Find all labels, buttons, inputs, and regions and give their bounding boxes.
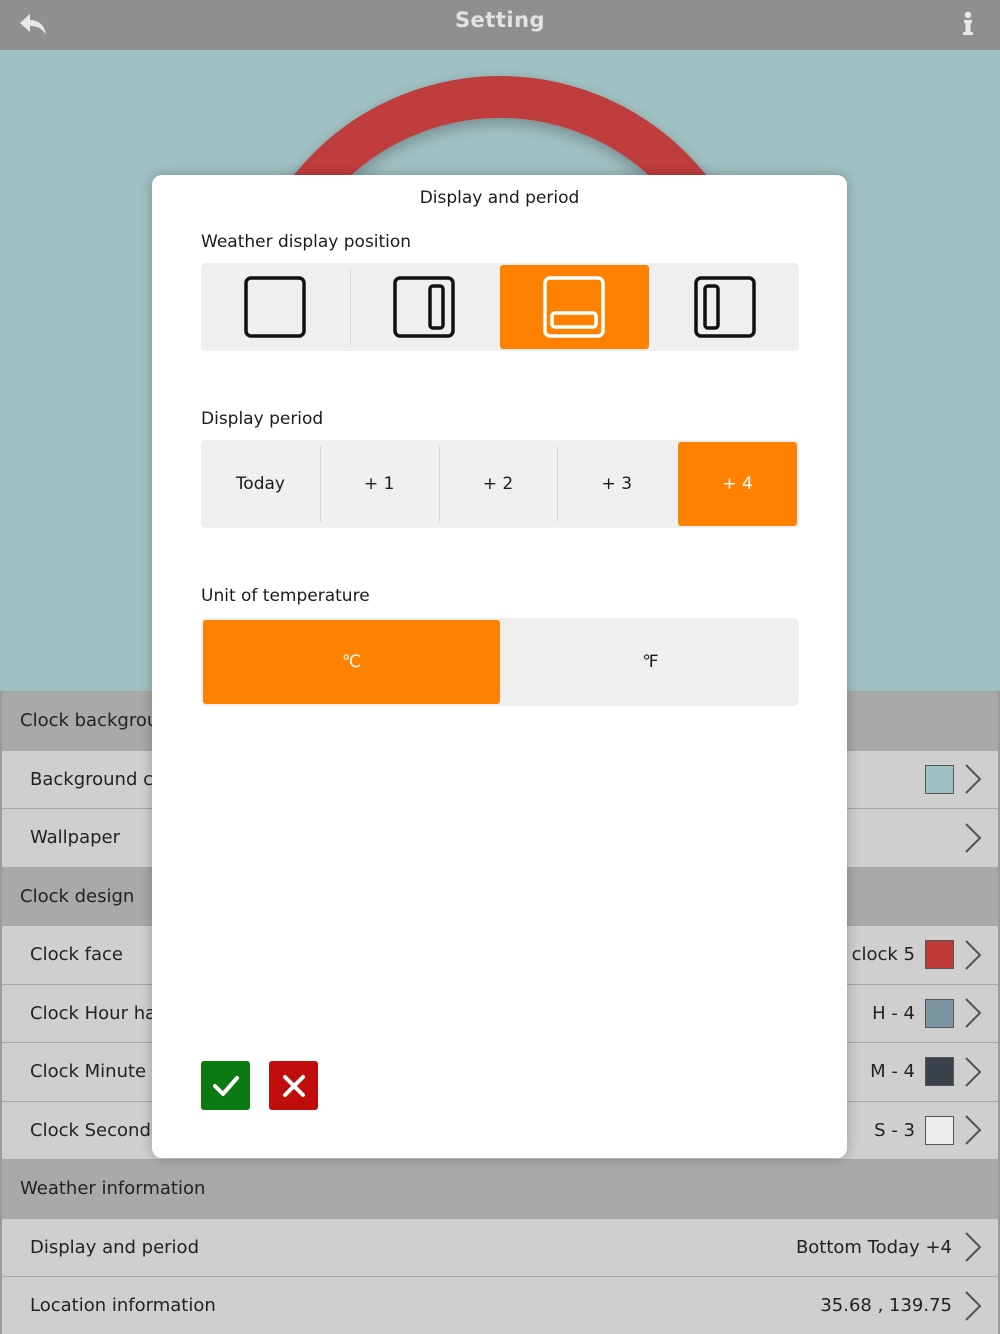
position-option-bottom[interactable] — [500, 265, 649, 349]
color-swatch — [925, 1057, 954, 1087]
color-swatch — [925, 998, 954, 1028]
confirm-button[interactable] — [201, 1061, 250, 1110]
row-label: Location information — [30, 1295, 216, 1317]
position-option-right[interactable] — [349, 263, 499, 351]
row-label: Display and period — [30, 1236, 199, 1258]
chevron-right-icon — [965, 1232, 982, 1262]
row-detail: S - 3 — [874, 1102, 984, 1160]
page-title: Setting — [454, 8, 546, 32]
position-bottom-icon — [543, 276, 605, 338]
row-label: Wallpaper — [30, 827, 121, 849]
position-left-icon — [694, 276, 756, 338]
position-selector — [201, 263, 799, 351]
settings-row[interactable]: Location information 35.68 , 139.75 — [2, 1276, 998, 1334]
settings-row[interactable]: Display and period Bottom Today +4 — [2, 1217, 998, 1277]
color-swatch — [925, 940, 954, 970]
close-icon — [282, 1074, 305, 1097]
color-swatch — [925, 764, 954, 794]
dialog-title: Display and period — [419, 188, 580, 208]
period-option[interactable]: + 3 — [557, 440, 676, 528]
row-value: Bottom Today +4 — [795, 1236, 952, 1258]
chevron-right-icon — [965, 1291, 982, 1321]
check-icon — [212, 1075, 239, 1096]
row-value: H - 4 — [872, 1002, 915, 1024]
display-period-dialog: Display and period Weather display posit… — [152, 175, 847, 1158]
row-detail: M - 4 — [870, 1043, 984, 1101]
row-detail — [962, 809, 984, 867]
color-swatch — [925, 1115, 954, 1145]
period-option[interactable]: + 2 — [438, 440, 558, 528]
row-value: M - 4 — [870, 1061, 915, 1083]
top-bar: Setting — [0, 0, 1000, 50]
row-detail — [925, 751, 984, 809]
chevron-right-icon — [965, 1115, 982, 1145]
cancel-button[interactable] — [269, 1061, 318, 1110]
chevron-right-icon — [965, 764, 982, 794]
chevron-right-icon — [965, 940, 982, 970]
period-option[interactable]: + 4 — [678, 442, 797, 526]
unit-label: Unit of temperature — [201, 586, 370, 606]
period-option[interactable]: + 1 — [319, 440, 439, 528]
section-header: Weather information — [2, 1159, 998, 1218]
info-icon[interactable] — [960, 10, 976, 38]
row-detail: H - 4 — [872, 985, 984, 1043]
period-option[interactable]: Today — [201, 440, 320, 528]
row-label: Clock face — [30, 944, 123, 966]
period-selector: Today + 1 + 2 + 3 + 4 — [201, 440, 799, 528]
row-value: S - 3 — [874, 1119, 915, 1141]
position-option-left[interactable] — [651, 263, 800, 351]
unit-option[interactable]: ℃ — [203, 620, 500, 704]
row-detail: Bottom Today +4 — [796, 1219, 984, 1277]
position-right-icon — [393, 276, 455, 338]
position-none-icon — [244, 276, 306, 338]
chevron-right-icon — [965, 1057, 982, 1087]
row-label: Clock design — [20, 885, 135, 907]
position-option-none[interactable] — [201, 263, 350, 351]
unit-selector: ℃ ℉ — [201, 618, 799, 706]
unit-option[interactable]: ℉ — [502, 618, 799, 706]
row-label: Weather information — [20, 1178, 206, 1200]
chevron-right-icon — [965, 823, 982, 853]
row-detail: clock 5 — [852, 926, 984, 984]
row-detail: 35.68 , 139.75 — [820, 1277, 984, 1334]
row-value: 35.68 , 139.75 — [820, 1295, 952, 1317]
period-label: Display period — [201, 409, 324, 429]
row-value: clock 5 — [851, 944, 915, 966]
position-label: Weather display position — [201, 232, 412, 252]
chevron-right-icon — [965, 998, 982, 1028]
